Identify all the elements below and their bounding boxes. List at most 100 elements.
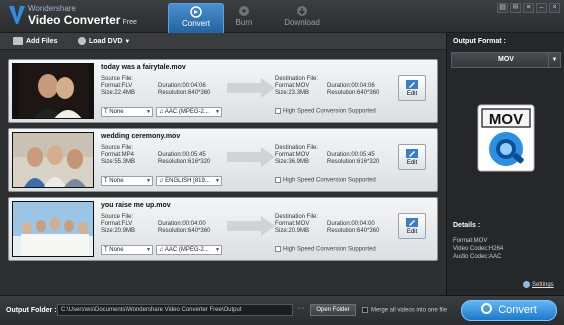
arrow-right-icon [227,216,275,236]
source-info: Source File: Format:FLV Size:22.4MB [101,76,135,97]
convert-label: Convert [498,304,537,316]
merge-checkbox[interactable]: Merge all videos into one file [362,307,447,314]
load-dvd-button[interactable]: Load DVD ▼ [78,35,130,48]
subtitle-select[interactable]: T None ▼ [101,107,153,117]
edit-label: Edit [406,91,418,97]
destination-info-2: Duration:00:05:45 Resolution:616*320 [327,152,379,166]
source-duration: Duration:00:04:06 [158,83,206,89]
edit-button[interactable]: Edit [398,213,426,239]
file-item[interactable]: you raise me up.mov Source File: Format:… [8,197,438,261]
convert-icon [481,303,493,314]
minimize-icon[interactable]: – [536,3,547,13]
title-bar: Wondershare Video Converter Free Convert … [0,0,564,33]
high-speed-label: High Speed Conversion Supported [283,108,376,115]
toolbar: Add Files Load DVD ▼ [0,33,446,50]
open-folder-button[interactable]: Open Folder [310,304,356,316]
audio-value: AAC (MPEG-2... [164,109,209,115]
file-item[interactable]: wedding ceremony.mov Source File: Format… [8,128,438,192]
destination-format: Format:MOV [275,221,310,227]
add-files-button[interactable]: Add Files [13,35,58,48]
destination-resolution: Resolution:640*360 [327,228,380,234]
video-thumbnail [12,132,94,188]
tab-download-label: Download [284,18,320,27]
list-icon[interactable]: ≡ [523,3,534,13]
details-list: Format:MOV Video Codec:H264 Audio Codec:… [453,237,503,261]
edit-label: Edit [406,160,418,166]
arrow-right-icon [227,78,275,98]
source-duration: Duration:00:05:45 [158,152,206,158]
audio-track-select[interactable]: ♫ AAC (MPEG-2... ▼ [156,245,222,255]
settings-link[interactable]: Settings [523,281,554,288]
audio-value: ENGLISH [819... [165,178,210,184]
source-size: Size:55.3MB [101,159,136,165]
convert-icon [190,6,202,18]
chevron-down-icon: ▼ [215,178,220,184]
arrow-right-icon [227,147,275,167]
add-files-label: Add Files [26,38,58,45]
settings-label: Settings [532,282,554,289]
source-format: Format:FLV [101,221,133,227]
output-folder-path[interactable]: C:\Users\ws\Documents\Wondershare Video … [57,304,293,316]
output-format-label: Output Format : [453,38,506,45]
audio-value: AAC (MPEG-2... [164,247,209,253]
message-icon[interactable]: ✉ [510,3,521,13]
subtitle-value: None [109,178,124,184]
destination-size: Size:20.9MB [275,228,310,234]
output-format-select[interactable]: MOV ▼ [451,52,561,68]
audio-track-select[interactable]: ♫ AAC (MPEG-2... ▼ [156,107,222,117]
high-speed-note: High Speed Conversion Supported [275,177,376,184]
high-speed-label: High Speed Conversion Supported [283,177,376,184]
destination-format: Format:MOV [275,152,310,158]
source-resolution: Resolution:640*360 [158,228,211,234]
source-format: Format:MP4 [101,152,135,158]
edit-button[interactable]: Edit [398,75,426,101]
chevron-down-icon: ▼ [215,109,220,115]
source-resolution: Resolution:616*320 [158,159,211,165]
destination-info: Destination File: Format:MOV Size:20.9MB [275,214,318,235]
checkbox-icon [362,307,368,313]
destination-size: Size:23.3MB [275,90,310,96]
tab-burn[interactable]: Burn [216,3,272,33]
source-info: Source File: Format:MP4 Size:55.3MB [101,145,135,166]
check-icon [275,177,281,183]
tab-download[interactable]: Download [274,3,330,33]
source-info-2: Duration:00:04:00 Resolution:640*360 [158,221,210,235]
source-label: Source File: [101,214,134,220]
source-info: Source File: Format:FLV Size:20.9MB [101,214,135,235]
chevron-down-icon[interactable]: ▼ [124,39,130,45]
chevron-down-icon: ▼ [548,53,560,67]
tab-convert-label: Convert [181,19,210,28]
subtitle-select[interactable]: T None ▼ [101,245,153,255]
destination-resolution: Resolution:616*320 [327,159,380,165]
file-item[interactable]: today was a fairytale.mov Source File: F… [8,59,438,123]
source-duration: Duration:00:04:00 [158,221,206,227]
destination-size: Size:36.9MB [275,159,310,165]
browse-button[interactable]: ··· [295,304,307,316]
cart-icon[interactable]: ▤ [497,3,508,13]
mov-icon-text: MOV [489,111,523,128]
source-resolution: Resolution:640*360 [158,90,211,96]
destination-format: Format:MOV [275,83,310,89]
destination-label: Destination File: [275,145,319,151]
destination-info-2: Duration:00:04:06 Resolution:640*360 [327,83,379,97]
audio-track-select[interactable]: ♫ ENGLISH [819... ▼ [156,176,222,186]
detail-audio-codec: Audio Codec:AAC [453,254,502,260]
check-icon [275,246,281,252]
destination-resolution: Resolution:640*360 [327,90,380,96]
close-icon[interactable]: × [549,3,560,13]
disc-icon [239,6,249,16]
file-name: you raise me up.mov [101,202,171,209]
destination-info-2: Duration:00:04:00 Resolution:640*360 [327,221,379,235]
subtitle-select[interactable]: T None ▼ [101,176,153,186]
gear-icon [523,281,530,288]
destination-label: Destination File: [275,214,319,220]
source-label: Source File: [101,145,134,151]
chevron-down-icon: ▼ [146,178,151,184]
convert-button[interactable]: Convert [461,300,557,321]
chevron-down-icon: ▼ [146,109,151,115]
chevron-down-icon: ▼ [215,247,220,253]
brand-product: Video Converter Free [28,13,137,27]
destination-info: Destination File: Format:MOV Size:36.9MB [275,145,318,166]
edit-button[interactable]: Edit [398,144,426,170]
output-format-value: MOV [498,56,514,63]
